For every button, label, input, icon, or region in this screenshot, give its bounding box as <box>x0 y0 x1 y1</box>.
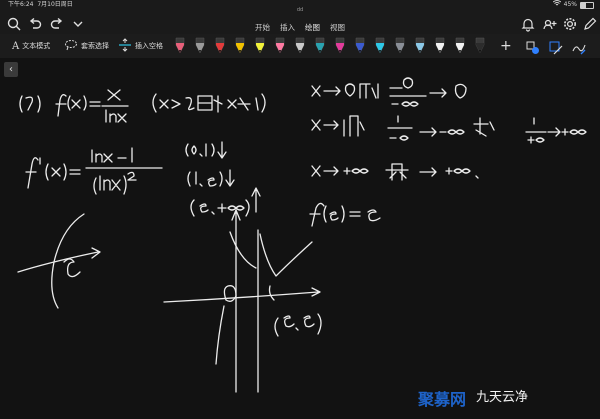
handwritten-ink <box>17 77 587 393</box>
watermark-logo: 聚募网 <box>418 390 467 409</box>
watermark-text: 九天云净 <box>476 390 529 405</box>
